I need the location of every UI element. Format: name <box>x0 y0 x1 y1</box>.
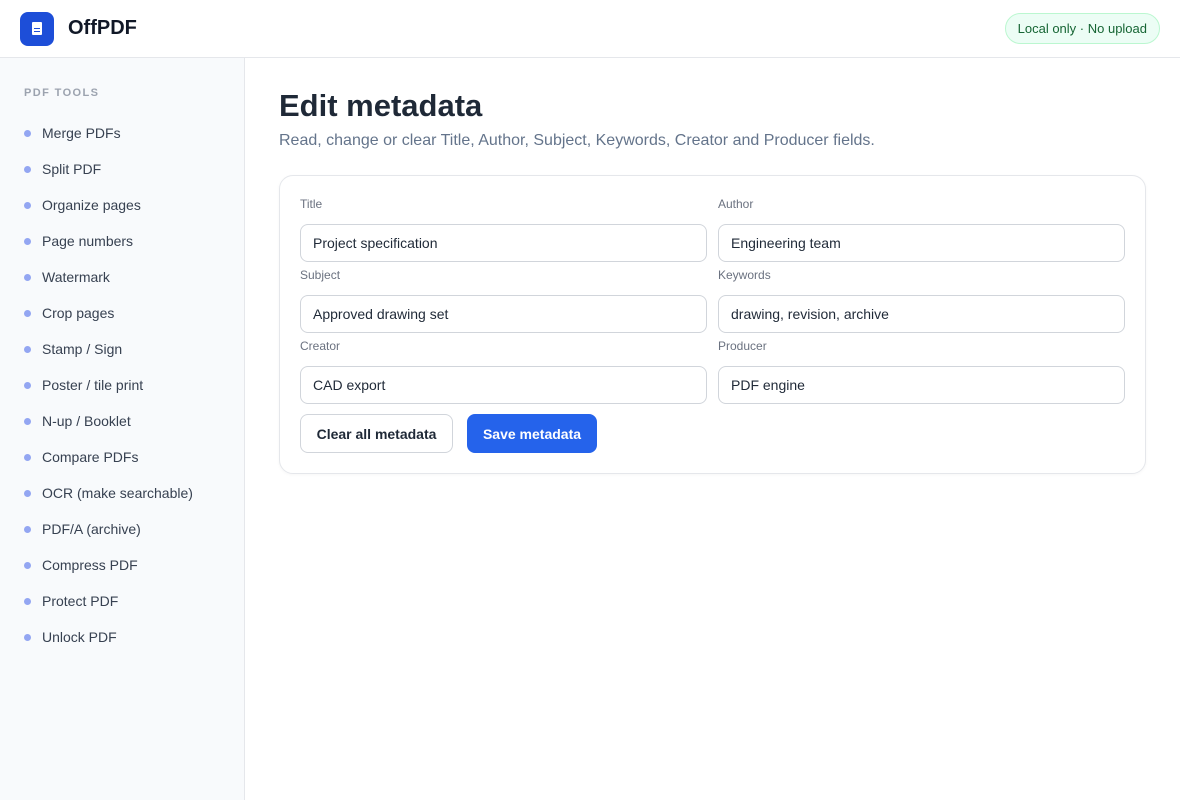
creator-input[interactable] <box>300 366 707 404</box>
sidebar-item-stamp-sign[interactable]: Stamp / Sign <box>24 331 193 367</box>
app-name: OffPDF <box>68 17 137 39</box>
bullet-dot <box>24 237 31 245</box>
sidebar-item-page-numbers[interactable]: Page numbers <box>24 223 193 259</box>
keywords-label: Keywords <box>718 268 771 282</box>
subject-label: Subject <box>300 268 341 282</box>
sidebar-item-label: Watermark <box>42 269 110 285</box>
sidebar-item-label: Split PDF <box>42 161 102 177</box>
metadata-form-card: Title Author Subject Keywords Creator Pr… <box>279 175 1146 474</box>
bullet-dot <box>24 525 31 533</box>
sidebar-item-label: OCR (make searchable) <box>42 485 193 501</box>
sidebar-item-label: PDF/A (archive) <box>42 521 141 537</box>
author-label: Author <box>718 197 754 211</box>
author-input[interactable] <box>718 224 1125 262</box>
sidebar-item-label: Crop pages <box>42 305 115 321</box>
bullet-dot <box>24 453 31 461</box>
sidebar-item-crop-pages[interactable]: Crop pages <box>24 295 193 331</box>
sidebar-item-n-up-booklet[interactable]: N-up / Booklet <box>24 403 193 439</box>
author-field-group: Author <box>718 196 1125 262</box>
sidebar-item-unlock-pdf[interactable]: Unlock PDF <box>24 619 193 655</box>
sidebar-item-ocr[interactable]: OCR (make searchable) <box>24 475 193 511</box>
producer-field-group: Producer <box>718 338 1125 404</box>
bullet-dot <box>24 129 31 137</box>
subject-input[interactable] <box>300 295 707 333</box>
producer-input[interactable] <box>718 366 1125 404</box>
sidebar-item-split-pdf[interactable]: Split PDF <box>24 151 193 187</box>
page-subtitle: Read, change or clear Title, Author, Sub… <box>279 132 875 149</box>
sidebar-item-compare-pdfs[interactable]: Compare PDFs <box>24 439 193 475</box>
sidebar-item-label: Merge PDFs <box>42 125 121 141</box>
bullet-dot <box>24 201 31 209</box>
sidebar-tool-list: Merge PDFs Split PDF Organize pages Page… <box>24 115 193 655</box>
bullet-dot <box>24 165 31 173</box>
title-input[interactable] <box>300 224 707 262</box>
keywords-input[interactable] <box>718 295 1125 333</box>
producer-label: Producer <box>718 339 767 353</box>
sidebar-item-watermark[interactable]: Watermark <box>24 259 193 295</box>
sidebar: PDF TOOLS Merge PDFs Split PDF Organize … <box>0 58 245 800</box>
page-title: Edit metadata <box>279 88 483 123</box>
creator-field-group: Creator <box>300 338 707 404</box>
bullet-dot <box>24 561 31 569</box>
bullet-dot <box>24 309 31 317</box>
sidebar-item-label: Compare PDFs <box>42 449 139 465</box>
bullet-dot <box>24 273 31 281</box>
subject-field-group: Subject <box>300 267 707 333</box>
keywords-field-group: Keywords <box>718 267 1125 333</box>
sidebar-item-label: Unlock PDF <box>42 629 117 645</box>
sidebar-heading: PDF TOOLS <box>24 87 100 99</box>
sidebar-item-label: Page numbers <box>42 233 134 249</box>
app-logo <box>20 12 54 46</box>
sidebar-item-protect-pdf[interactable]: Protect PDF <box>24 583 193 619</box>
sidebar-item-label: N-up / Booklet <box>42 413 131 429</box>
top-bar: OffPDF Local only · No upload <box>0 0 1180 58</box>
sidebar-item-label: Stamp / Sign <box>42 341 123 357</box>
sidebar-item-pdf-a-archive[interactable]: PDF/A (archive) <box>24 511 193 547</box>
clear-metadata-button[interactable]: Clear all metadata <box>300 414 453 453</box>
sidebar-item-label: Organize pages <box>42 197 141 213</box>
creator-label: Creator <box>300 339 341 353</box>
bullet-dot <box>24 597 31 605</box>
bullet-dot <box>24 345 31 353</box>
bullet-dot <box>24 417 31 425</box>
bullet-dot <box>24 489 31 497</box>
sidebar-item-label: Protect PDF <box>42 593 119 609</box>
local-only-badge: Local only · No upload <box>1004 13 1160 44</box>
sidebar-item-label: Compress PDF <box>42 557 138 573</box>
sidebar-item-organize-pages[interactable]: Organize pages <box>24 187 193 223</box>
title-label: Title <box>300 197 323 211</box>
sidebar-item-label: Poster / tile print <box>42 377 144 393</box>
bullet-dot <box>24 633 31 641</box>
sidebar-item-merge-pdfs[interactable]: Merge PDFs <box>24 115 193 151</box>
sidebar-item-poster-tile-print[interactable]: Poster / tile print <box>24 367 193 403</box>
bullet-dot <box>24 381 31 389</box>
title-field-group: Title <box>300 196 707 262</box>
save-metadata-button[interactable]: Save metadata <box>467 414 597 453</box>
sidebar-item-compress-pdf[interactable]: Compress PDF <box>24 547 193 583</box>
document-icon <box>32 22 42 35</box>
